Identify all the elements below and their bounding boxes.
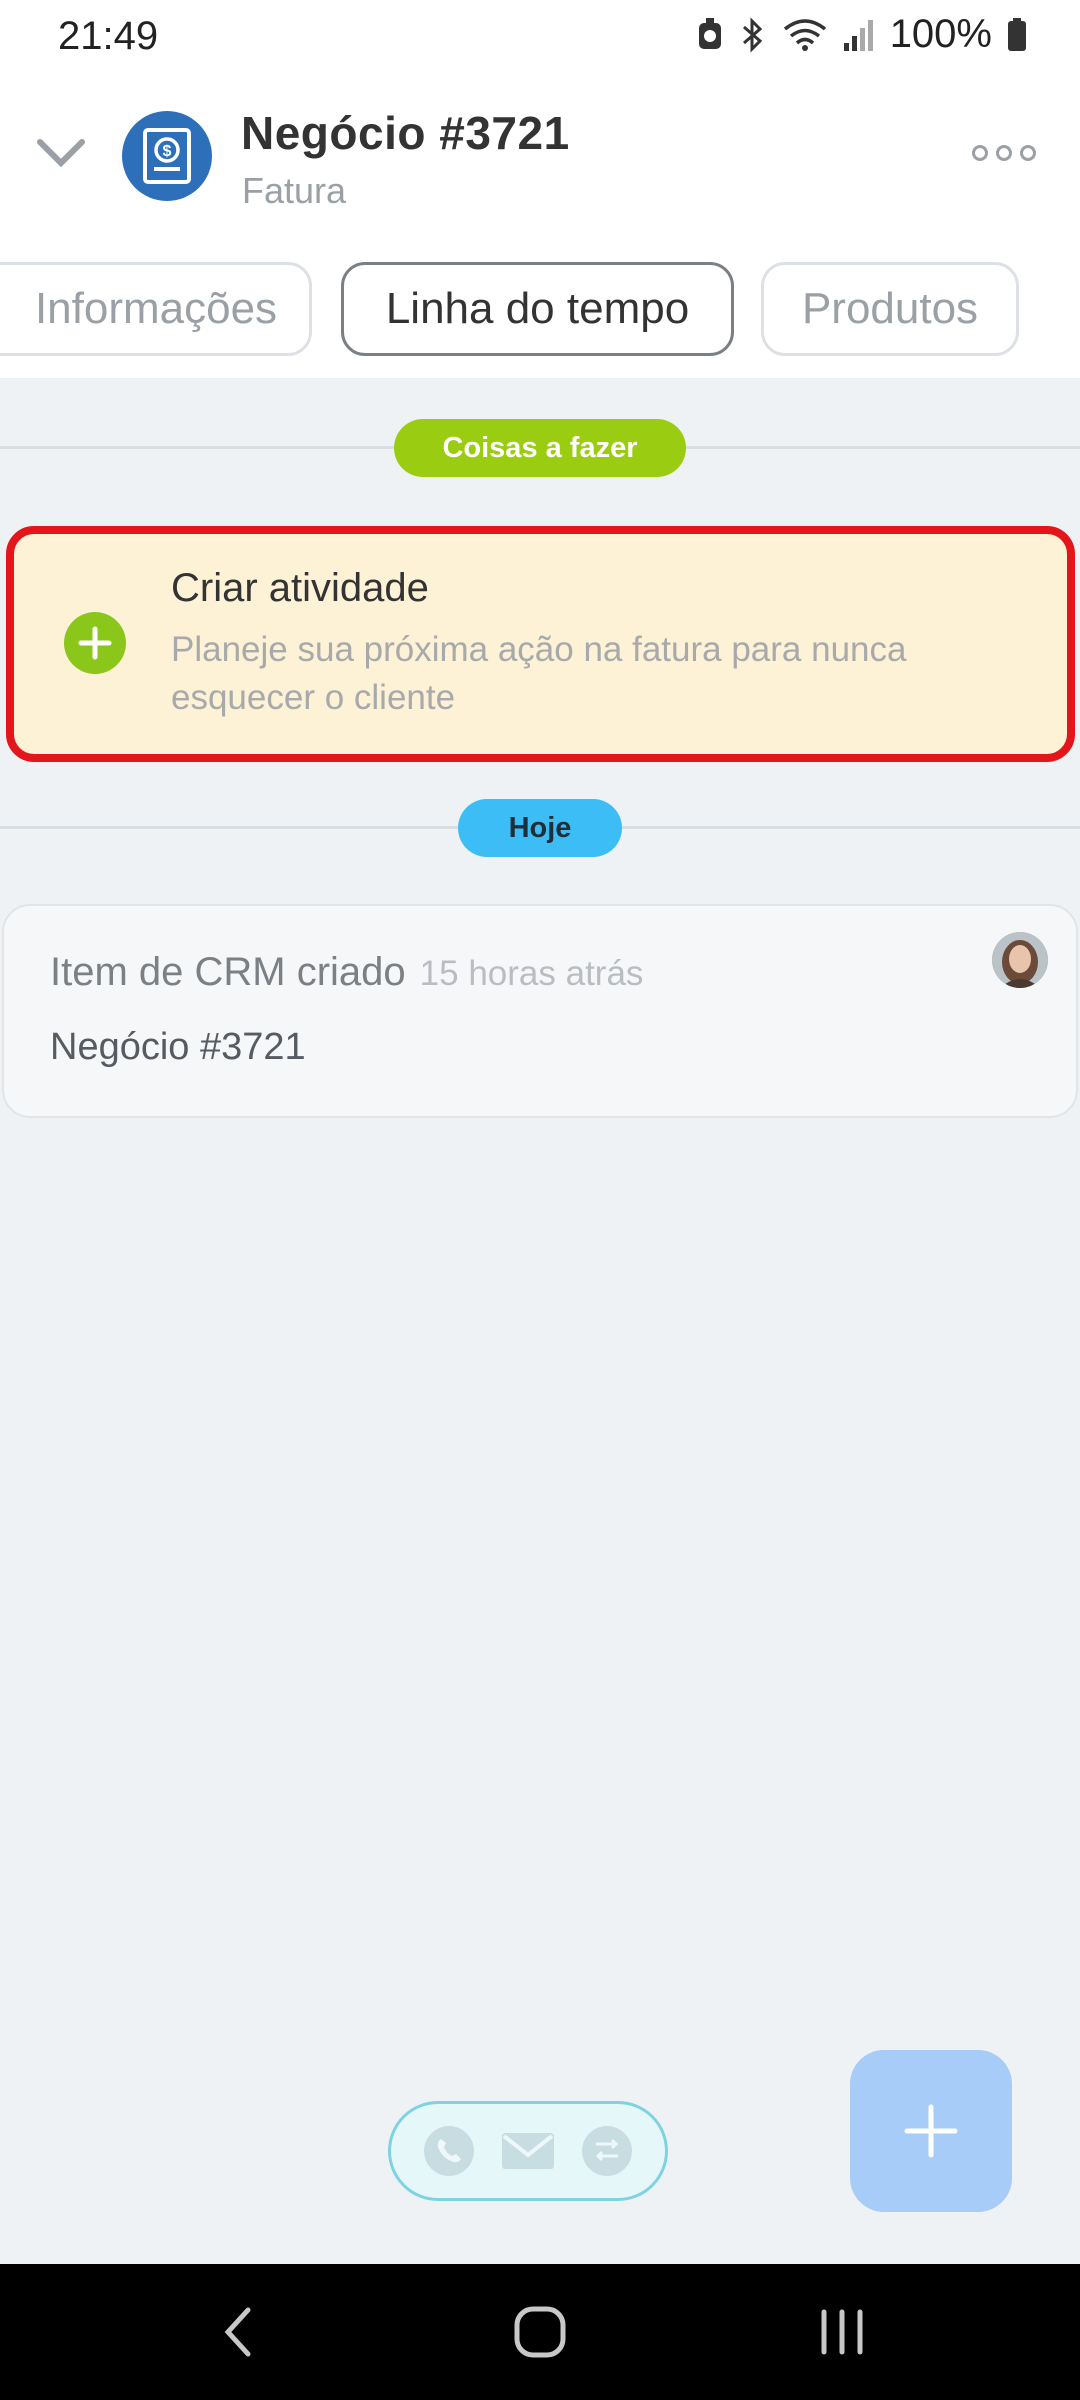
- wifi-icon: [783, 18, 826, 51]
- tab-linha-do-tempo[interactable]: Linha do tempo: [341, 262, 734, 356]
- status-time: 21:49: [58, 14, 159, 58]
- more-options-icon[interactable]: [972, 136, 1036, 170]
- plus-icon: [904, 2104, 958, 2158]
- tab-bar: Informações Linha do tempo Produtos: [0, 238, 1080, 378]
- tab-informacoes[interactable]: Informações: [0, 262, 312, 356]
- todo-section-label: Coisas a fazer: [394, 419, 686, 477]
- collapse-chevron-icon[interactable]: [30, 122, 92, 184]
- system-nav-bar: [0, 2264, 1080, 2400]
- bluetooth-icon: [742, 16, 762, 53]
- avatar[interactable]: [992, 932, 1048, 988]
- status-bar: 21:49 100%: [0, 0, 1080, 78]
- today-section-label: Hoje: [458, 799, 622, 857]
- nav-recents-icon[interactable]: [810, 2300, 874, 2364]
- page-title: Negócio #3721: [241, 107, 570, 159]
- nav-home-icon[interactable]: [508, 2300, 572, 2364]
- screen: 21:49 100% $ Negócio #3721 Fatura Inform…: [0, 0, 1080, 2400]
- create-activity-title: Criar atividade: [171, 566, 429, 610]
- battery-percent: 100%: [889, 12, 992, 56]
- create-activity-description: Planeje sua próxima ação na fatura para …: [171, 630, 907, 717]
- email-icon[interactable]: [500, 2123, 556, 2179]
- battery-icon: [1008, 17, 1026, 51]
- communication-bar: [388, 2101, 668, 2201]
- svg-text:$: $: [163, 143, 172, 160]
- nav-back-icon[interactable]: [206, 2300, 270, 2364]
- status-icons: 100%: [696, 12, 1028, 57]
- page-subtitle: Fatura: [242, 170, 347, 211]
- event-title-row: Item de CRM criado 15 horas atrás: [50, 950, 643, 995]
- add-button[interactable]: [850, 2050, 1012, 2212]
- tab-produtos[interactable]: Produtos: [761, 262, 1019, 356]
- create-activity-card[interactable]: Criar atividade Planeje sua próxima ação…: [6, 526, 1075, 762]
- add-circle-icon: [64, 612, 126, 674]
- header: $ Negócio #3721 Fatura: [0, 78, 1080, 238]
- phone-icon[interactable]: [421, 2123, 477, 2179]
- alarm-icon: [698, 17, 721, 49]
- invoice-dollar-icon: $: [122, 111, 212, 201]
- signal-icon: [843, 19, 873, 51]
- timeline-event-card[interactable]: Item de CRM criado 15 horas atrás Negócio…: [2, 904, 1078, 1118]
- event-body: Negócio #3721: [50, 1026, 306, 1068]
- event-time: 15 horas atrás: [419, 954, 644, 993]
- chat-transfer-icon[interactable]: [579, 2123, 635, 2179]
- event-title: Item de CRM criado: [50, 950, 406, 994]
